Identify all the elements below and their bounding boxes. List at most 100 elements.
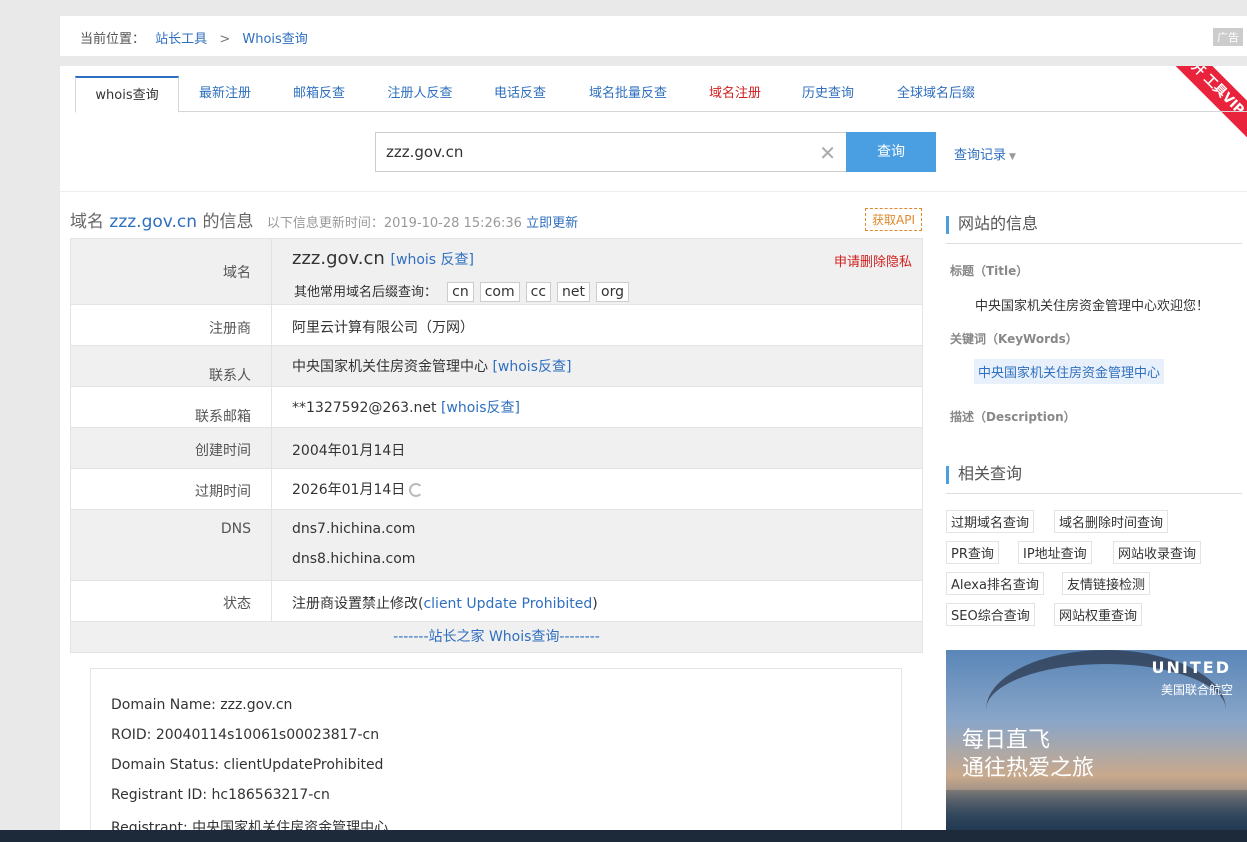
tld-com[interactable]: com — [479, 282, 520, 302]
title-label: 标题（Title） — [950, 264, 1029, 278]
tab-whois[interactable]: whois查询 — [75, 76, 179, 113]
main-panel: 开 工具VIP whois查询 最新注册 邮箱反查 注册人反查 电话反查 域名批… — [60, 66, 1247, 830]
search-input[interactable] — [376, 133, 796, 171]
site-info-heading: 网站的信息 — [946, 204, 1242, 244]
breadcrumb-whois[interactable]: Whois查询 — [242, 32, 307, 47]
whois-section-header: -------站长之家 Whois查询-------- — [70, 622, 923, 653]
related-index[interactable]: 网站收录查询 — [1113, 541, 1202, 564]
row-label: 创建时间 — [195, 443, 251, 459]
dns-value-1: dns7.hichina.com — [292, 521, 416, 537]
refresh-icon[interactable] — [409, 483, 424, 497]
raw-line: Domain Status: clientUpdateProhibited — [111, 757, 384, 773]
sidebar: 网站的信息 标题（Title） 中央国家机关住房资金管理中心欢迎您！ 关键词（K… — [946, 204, 1242, 626]
title-domain: zzz.gov.cn — [109, 212, 198, 232]
tab-bar: whois查询 最新注册 邮箱反查 注册人反查 电话反查 域名批量反查 域名注册… — [75, 76, 1247, 113]
breadcrumb-prefix: 当前位置： — [80, 32, 146, 47]
tld-cc[interactable]: cc — [525, 282, 552, 302]
title-suffix: 的信息 — [202, 212, 254, 232]
update-now-link[interactable]: 立即更新 — [526, 216, 578, 231]
query-history-label: 查询记录 — [954, 148, 1007, 163]
search-box: ✕ — [375, 132, 847, 172]
row-label: 联系人 — [209, 368, 251, 384]
remove-privacy-link[interactable]: 申请删除隐私 — [834, 251, 912, 270]
row-label: 过期时间 — [195, 484, 251, 500]
breadcrumb-webmaster-tools[interactable]: 站长工具 — [155, 32, 207, 47]
status-value: 注册商设置禁止修改(client Update Prohibited) — [292, 596, 598, 612]
row-status: 状态 注册商设置禁止修改(client Update Prohibited) — [70, 581, 923, 622]
query-history[interactable]: 查询记录 ▼ — [954, 144, 1016, 163]
update-time: 以下信息更新时间：2019-10-28 15:26:36 立即更新 — [267, 216, 578, 231]
raw-whois: Domain Name: zzz.gov.cn ROID: 20040114s1… — [90, 668, 902, 830]
raw-line: ROID: 20040114s10061s00023817-cn — [111, 727, 380, 743]
divider — [60, 191, 1247, 192]
tld-net[interactable]: net — [557, 282, 591, 302]
clear-icon[interactable]: ✕ — [819, 141, 836, 165]
row-label: DNS — [220, 521, 251, 537]
chevron-down-icon: ▼ — [1009, 152, 1016, 162]
page-title: 域名 zzz.gov.cn 的信息 以下信息更新时间：2019-10-28 15… — [70, 207, 578, 232]
update-time-text: 以下信息更新时间：2019-10-28 15:26:36 — [266, 216, 522, 231]
related-deletion-time[interactable]: 域名删除时间查询 — [1054, 510, 1169, 533]
related-pr[interactable]: PR查询 — [946, 541, 999, 564]
raw-line: Registrant: 中央国家机关住房资金管理中心 — [111, 820, 389, 830]
row-created: 创建时间 2004年01月14日 — [70, 428, 923, 469]
tab-history[interactable]: 历史查询 — [788, 76, 868, 112]
ad-line-2: 通往热爱之旅 — [962, 756, 1095, 781]
related-heading: 相关查询 — [946, 454, 1242, 494]
related-expired-domains[interactable]: 过期域名查询 — [946, 510, 1035, 533]
row-registrar: 注册商 阿里云计算有限公司（万网） — [70, 305, 923, 346]
row-label: 注册商 — [209, 321, 251, 337]
row-label: 状态 — [223, 596, 251, 612]
breadcrumb-bar: 当前位置： 站长工具 > Whois查询 广告 — [60, 16, 1247, 56]
search-button[interactable]: 查询 — [846, 132, 936, 172]
ad-brand: UNITED — [1151, 658, 1231, 677]
breadcrumb-separator: > — [219, 32, 231, 47]
row-dns: DNS dns7.hichina.com dns8.hichina.com — [70, 510, 923, 581]
tab-global-tlds[interactable]: 全球域名后缀 — [881, 76, 991, 112]
contact-value: 中央国家机关住房资金管理中心 [whois反查] — [292, 359, 572, 375]
tld-org[interactable]: org — [596, 282, 629, 302]
email-value: **1327592@263.net [whois反查] — [292, 400, 520, 416]
title-prefix: 域名 — [70, 212, 104, 232]
ad-label: 广告 — [1213, 28, 1243, 46]
city-graphic — [946, 790, 1247, 830]
dns-value-2: dns8.hichina.com — [292, 551, 416, 567]
tab-domain-register[interactable]: 域名注册 — [695, 76, 775, 112]
row-label: 联系邮箱 — [195, 409, 251, 425]
title-value: 中央国家机关住房资金管理中心欢迎您！ — [975, 299, 1210, 314]
ad-brand-sub: 美国联合航空 — [1160, 683, 1233, 697]
contact-reverse-link[interactable]: [whois反查] — [492, 359, 571, 375]
related-seo[interactable]: SEO综合查询 — [946, 603, 1035, 626]
domain-reverse-link[interactable]: [whois 反查] — [391, 252, 474, 268]
status-link[interactable]: client Update Prohibited — [423, 596, 592, 612]
row-expires: 过期时间 2026年01月14日 — [70, 469, 923, 510]
raw-line: Domain Name: zzz.gov.cn — [111, 697, 293, 713]
tab-registrant-reverse[interactable]: 注册人反查 — [373, 76, 467, 112]
get-api-button[interactable]: 获取API — [865, 208, 922, 231]
related-friendlink[interactable]: 友情链接检测 — [1062, 572, 1151, 595]
row-label: 域名 — [223, 265, 251, 281]
raw-line: Registrant ID: hc186563217-cn — [111, 787, 330, 803]
tab-new-registrations[interactable]: 最新注册 — [185, 76, 265, 112]
keyword-tag[interactable]: 中央国家机关住房资金管理中心 — [974, 359, 1165, 384]
whois-table: 域名 zzz.gov.cn [whois 反查] 其他常用域名后缀查询： cn c… — [70, 238, 923, 653]
related-weight[interactable]: 网站权重查询 — [1054, 603, 1143, 626]
expires-value: 2026年01月14日 — [292, 479, 424, 499]
registrar-value: 阿里云计算有限公司（万网） — [292, 320, 474, 336]
row-domain: 域名 zzz.gov.cn [whois 反查] 其他常用域名后缀查询： cn c… — [70, 239, 923, 305]
tld-cn[interactable]: cn — [447, 282, 474, 302]
tab-phone-reverse[interactable]: 电话反查 — [480, 76, 560, 112]
created-value: 2004年01月14日 — [292, 443, 406, 459]
related-ip[interactable]: IP地址查询 — [1018, 541, 1092, 564]
row-contact: 联系人 中央国家机关住房资金管理中心 [whois反查] — [70, 346, 923, 387]
email-reverse-link[interactable]: [whois反查] — [441, 400, 520, 416]
tab-batch-reverse[interactable]: 域名批量反查 — [573, 76, 683, 112]
ad-banner[interactable]: UNITED 美国联合航空 每日直飞 通往热爱之旅 — [946, 650, 1247, 830]
taskbar — [0, 830, 1247, 842]
other-tlds: 其他常用域名后缀查询： cn com cc net org — [294, 281, 629, 302]
related-alexa[interactable]: Alexa排名查询 — [946, 572, 1044, 595]
row-email: 联系邮箱 **1327592@263.net [whois反查] — [70, 387, 923, 428]
keywords-label: 关键词（KeyWords） — [950, 332, 1078, 346]
description-label: 描述（Description） — [950, 410, 1076, 424]
tab-email-reverse[interactable]: 邮箱反查 — [279, 76, 359, 112]
